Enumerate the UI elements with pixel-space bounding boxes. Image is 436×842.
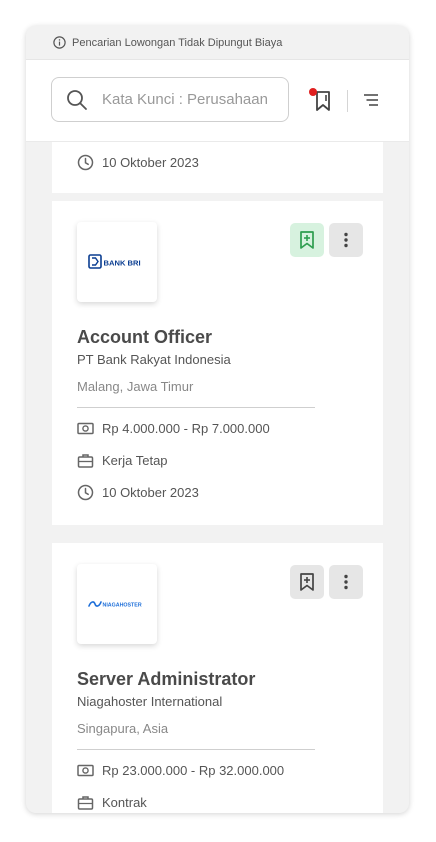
notification-dot [309,88,317,96]
posted-date: 10 Oktober 2023 [102,485,199,500]
briefcase-icon [77,794,94,811]
job-card[interactable]: BANK BRI Account Officer PT Bank Rakyat … [52,201,383,525]
clock-icon [77,154,94,171]
salary-range: Rp 4.000.000 - Rp 7.000.000 [102,421,270,436]
filter-button[interactable] [363,93,379,107]
job-card-partial[interactable]: 10 Oktober 2023 [52,142,383,193]
company-logo: NIAGAHOSTER [77,564,157,644]
search-box[interactable] [51,77,289,122]
bookmark-add-icon [300,573,314,591]
info-icon [53,36,66,49]
header-bar [26,60,409,142]
free-search-notice: Pencarian Lowongan Tidak Dipungut Biaya [26,26,409,60]
posted-date: 10 Oktober 2023 [102,155,199,170]
phone-frame: Pencarian Lowongan Tidak Dipungut Biaya … [26,26,409,813]
search-icon [67,89,87,110]
job-card[interactable]: NIAGAHOSTER Server Administrator Niagaho… [52,543,383,813]
bookmarks-button[interactable] [309,88,333,112]
job-type: Kontrak [102,795,147,810]
salary-row: Rp 4.000.000 - Rp 7.000.000 [77,420,270,437]
logo-text: BANK BRI [104,259,141,268]
job-type-row: Kerja Tetap [77,452,168,469]
briefcase-icon [77,452,94,469]
money-icon [77,420,94,437]
more-options-button[interactable] [329,223,363,257]
card-divider [77,407,315,408]
job-type-row: Kontrak [77,794,147,811]
company-name: Niagahoster International [77,694,223,709]
more-vertical-icon [344,232,348,248]
more-options-button[interactable] [329,565,363,599]
card-divider [77,749,315,750]
salary-range: Rp 23.000.000 - Rp 32.000.000 [102,763,285,778]
money-icon [77,762,94,779]
filter-icon [364,94,378,106]
date-row: 10 Oktober 2023 [77,484,199,501]
bookmark-add-icon [300,231,314,249]
date-row: 10 Oktober 2023 [77,154,199,171]
salary-row: Rp 23.000.000 - Rp 32.000.000 [77,762,284,779]
clock-icon [77,484,94,501]
header-divider [347,90,348,112]
company-logo: BANK BRI [77,222,157,302]
search-input[interactable] [102,91,272,108]
logo-text: NIAGAHOSTER [103,602,142,608]
job-location: Singapura, Asia [77,721,169,736]
save-job-button[interactable] [290,223,324,257]
job-title[interactable]: Account Officer [77,327,212,348]
job-location: Malang, Jawa Timur [77,379,194,394]
company-name: PT Bank Rakyat Indonesia [77,352,231,367]
job-type: Kerja Tetap [102,453,168,468]
notice-text: Pencarian Lowongan Tidak Dipungut Biaya [72,36,283,49]
more-vertical-icon [344,574,348,590]
save-job-button[interactable] [290,565,324,599]
job-title[interactable]: Server Administrator [77,669,255,690]
